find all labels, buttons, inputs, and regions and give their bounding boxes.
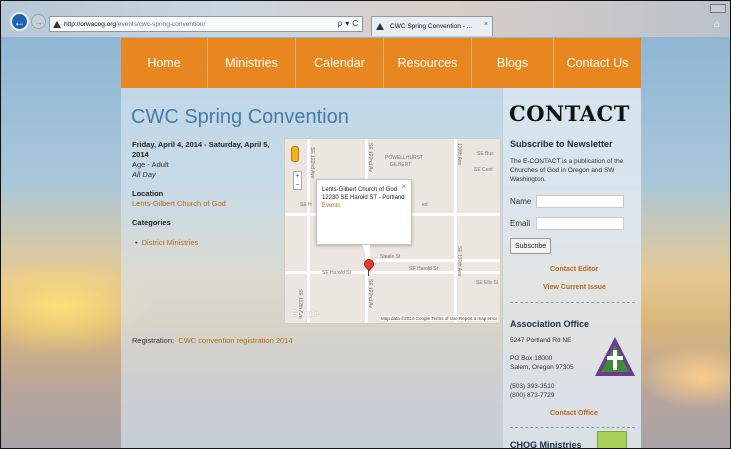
office-address: 5247 Portland Rd NE [510, 337, 572, 344]
event-dates: Friday, April 4, 2014 - Saturday, April … [132, 140, 270, 159]
divider [510, 427, 635, 428]
nav-contact-us[interactable]: Contact Us [553, 38, 641, 88]
ministries-logo-icon [597, 431, 627, 448]
content-panel: CWC Spring Convention Friday, April 4, 2… [121, 88, 641, 449]
nav-blogs[interactable]: Blogs [471, 38, 553, 88]
zoom-out-button[interactable]: − [294, 181, 301, 190]
location-heading: Location [132, 189, 164, 198]
nav-calendar[interactable]: Calendar [295, 38, 383, 88]
newsletter-description: The E-CONTACT is a publication of the Ch… [510, 158, 624, 183]
street-label: Steele St [380, 254, 401, 260]
google-logo: Google [291, 309, 319, 318]
map-street [285, 271, 500, 274]
street-label: SE Harold St [409, 266, 438, 272]
window-controls[interactable] [710, 4, 726, 13]
dropdown-icon[interactable]: ▾ [345, 19, 349, 28]
name-field[interactable] [536, 195, 624, 208]
view-current-issue-link[interactable]: View Current Issue [543, 284, 606, 291]
event-time: All Day [132, 170, 156, 179]
search-icon[interactable]: ρ [338, 19, 343, 28]
street-label: SE 122nd Av [367, 143, 373, 172]
tab-title: CWC Spring Convention - ... [390, 23, 473, 30]
newsletter-title: Subscribe to Newsletter [510, 139, 613, 149]
street-label: SE H [300, 202, 312, 208]
forward-arrow-icon: → [34, 16, 43, 27]
church-emblem-icon [595, 337, 635, 376]
divider [510, 302, 635, 303]
forward-button[interactable]: → [31, 14, 46, 29]
address-bar[interactable]: http://orwacog.org/events/cwc-spring-con… [49, 16, 363, 32]
nav-home[interactable]: Home [121, 38, 207, 88]
name-label: Name [510, 197, 532, 206]
refresh-icon[interactable]: C [352, 19, 358, 28]
cog-ministries-heading: CHOG Ministries [510, 440, 582, 449]
street-label: 130th Ave [456, 143, 462, 166]
map-info-window: × Lents-Gilbert Church of God 12230 SE H… [316, 179, 412, 245]
email-field[interactable] [536, 217, 624, 230]
street-label: SE Bus [477, 151, 494, 157]
close-icon[interactable]: × [401, 183, 406, 191]
contact-office-link[interactable]: Contact Office [550, 410, 598, 417]
category-item: • District Ministries [132, 238, 272, 248]
name-row: Name [510, 195, 624, 208]
tab-favicon-icon [376, 23, 384, 30]
street-label: SE Elis St [476, 280, 499, 286]
zoom-control[interactable]: + − [293, 171, 302, 190]
email-row: Email [510, 217, 624, 230]
popup-events-link[interactable]: Events [322, 202, 406, 210]
map[interactable]: POWELLHURST GILBERT SE Bus SE Cent SE H … [284, 138, 501, 324]
browser-chrome: ← → http://orwacog.org/events/cwc-spring… [1, 1, 730, 37]
category-link[interactable]: District Ministries [142, 238, 199, 247]
warning-icon [53, 20, 61, 28]
map-street [454, 139, 457, 323]
screenshot: ← → http://orwacog.org/events/cwc-spring… [0, 0, 731, 449]
office-phone-2: (800) 873-7729 [510, 392, 555, 399]
zoom-in-button[interactable]: + [294, 172, 301, 181]
popup-name: Lents-Gilbert Church of God [322, 187, 398, 193]
categories-heading: Categories [132, 218, 171, 227]
address-controls: ρ ▾ C [338, 19, 358, 28]
event-age: Age - Adult [132, 160, 169, 169]
location-link[interactable]: Lents-Gilbert Church of God [132, 199, 272, 209]
map-footer[interactable]: Map data ©2014 Google Terms of Use Repor… [379, 316, 498, 321]
browser-tab[interactable]: CWC Spring Convention - ... × [371, 16, 493, 36]
street-label: SE 130th Ave [456, 246, 462, 277]
url-text: http://orwacog.org/events/cwc-spring-con… [64, 21, 205, 28]
map-pin-stem [368, 269, 369, 276]
back-arrow-icon: ← [13, 14, 26, 29]
association-office-title: Association Office [510, 319, 590, 329]
sidebar: CONTACT Subscribe to Newsletter The E-CO… [502, 88, 641, 449]
url-path: /events/cwc-spring-convention/ [116, 20, 206, 28]
bullet-icon: • [135, 238, 138, 247]
page-title: CWC Spring Convention [131, 106, 349, 128]
nav-resources[interactable]: Resources [383, 38, 471, 88]
e-contact-logo[interactable]: CONTACT [509, 101, 630, 126]
street-label: SE Harold St [322, 270, 351, 276]
home-icon[interactable]: ⌂ [714, 19, 720, 30]
registration-label: Registration: [132, 336, 175, 345]
tab-close-icon[interactable]: × [484, 21, 488, 28]
back-button[interactable]: ← [10, 12, 29, 31]
contact-editor-link[interactable]: Contact Editor [550, 266, 598, 273]
street-label: SE Cent [474, 167, 493, 173]
street-label: POWELLHURST [385, 155, 424, 161]
registration-line: Registration: CWC convention registratio… [132, 336, 293, 345]
subscribe-button[interactable]: Subscribe [510, 238, 552, 254]
street-label: SE 122nd Ave [309, 147, 315, 179]
popup-address: 12230 SE Harold ST - Portland [322, 195, 405, 201]
site-navigation: Home Ministries Calendar Resources Blogs… [121, 38, 641, 88]
event-details: Friday, April 4, 2014 - Saturday, April … [132, 140, 272, 248]
street-label: SE 122nd Av [367, 279, 373, 308]
street-label: GILBERT [390, 162, 412, 168]
pegman-icon[interactable] [291, 146, 299, 162]
email-label: Email [510, 219, 531, 228]
office-city: Salem, Oregon 97305 [510, 364, 574, 371]
registration-link[interactable]: CWC convention registration 2014 [178, 336, 292, 345]
url-domain: http://orwacog.org [64, 20, 117, 28]
office-phone-1: (503) 393-3510 [510, 383, 555, 390]
nav-ministries[interactable]: Ministries [207, 38, 295, 88]
street-label: ed [422, 202, 428, 208]
office-po-box: PO Box 18000 [510, 355, 553, 362]
